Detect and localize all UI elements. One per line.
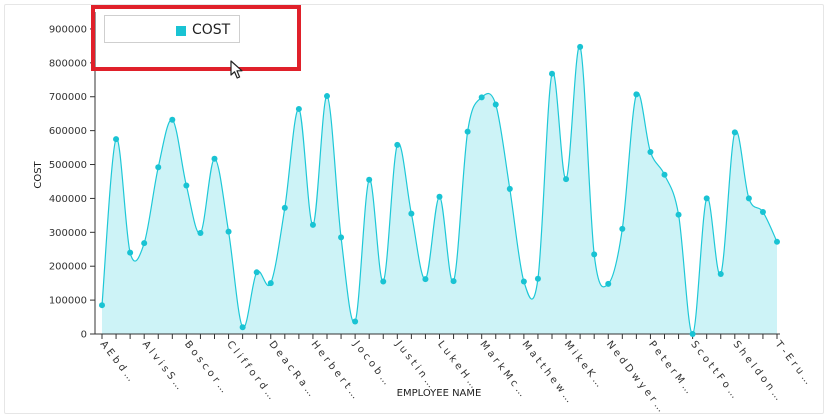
data-point[interactable] — [225, 228, 232, 235]
x-tick-label: P e t e r M ... — [646, 339, 694, 396]
data-point[interactable] — [380, 278, 387, 285]
data-point[interactable] — [394, 141, 401, 148]
data-point[interactable] — [169, 116, 176, 123]
y-tick-label: 0 — [81, 330, 87, 341]
x-tick-label: M i k e K ... — [562, 339, 605, 389]
data-point[interactable] — [506, 185, 513, 192]
data-point[interactable] — [647, 148, 654, 155]
x-axis-title: EMPLOYEE NAME — [397, 388, 482, 399]
data-point[interactable] — [591, 251, 598, 258]
data-point[interactable] — [211, 155, 218, 162]
data-point[interactable] — [450, 278, 457, 285]
data-point[interactable] — [605, 280, 612, 287]
x-tick-label: J o c o b ... — [350, 338, 392, 387]
area-layer — [101, 45, 778, 335]
data-point[interactable] — [183, 182, 190, 189]
data-point[interactable] — [197, 229, 204, 236]
data-point[interactable] — [127, 249, 134, 256]
data-point[interactable] — [717, 271, 724, 278]
data-point[interactable] — [577, 43, 584, 50]
data-point[interactable] — [534, 275, 541, 282]
y-tick-label: 400000 — [49, 194, 87, 205]
x-tick-label: B o s c o r ... — [182, 339, 229, 395]
data-point[interactable] — [155, 164, 162, 171]
data-point[interactable] — [352, 318, 359, 325]
y-tick-label: 700000 — [49, 92, 87, 103]
data-point[interactable] — [759, 208, 766, 215]
data-point[interactable] — [661, 171, 668, 178]
x-tick-label: J u s t i n ... — [392, 338, 436, 390]
data-point[interactable] — [141, 240, 148, 247]
y-axis-ticks: 0 100000 200000 300000 400000 500000 600000 700… — [49, 24, 95, 341]
mouse-cursor-icon — [230, 60, 243, 79]
y-tick-label: 500000 — [49, 160, 87, 171]
data-point[interactable] — [478, 94, 485, 101]
x-tick-label: A E b d ... — [98, 339, 136, 384]
data-point[interactable] — [422, 276, 429, 283]
data-point[interactable] — [408, 210, 415, 217]
data-point[interactable] — [113, 136, 120, 143]
data-point[interactable] — [731, 129, 738, 136]
data-point[interactable] — [549, 70, 555, 77]
data-point[interactable] — [324, 93, 330, 100]
data-point[interactable] — [675, 211, 682, 218]
y-tick-label: 800000 — [49, 58, 87, 69]
data-point[interactable] — [99, 302, 105, 309]
data-point[interactable] — [281, 204, 288, 211]
x-tick-label: L u k e H ... — [435, 339, 479, 391]
data-point[interactable] — [689, 331, 696, 337]
y-axis-title: COST — [33, 160, 44, 188]
data-point[interactable] — [309, 221, 316, 228]
data-point[interactable] — [563, 176, 570, 183]
y-tick-label: 900000 — [49, 24, 87, 35]
series-area-fill — [102, 46, 777, 335]
y-tick-label: 600000 — [49, 126, 87, 137]
data-point[interactable] — [703, 195, 710, 202]
data-point[interactable] — [295, 105, 302, 112]
data-point[interactable] — [520, 278, 527, 285]
data-point[interactable] — [633, 91, 640, 98]
data-point[interactable] — [745, 195, 752, 202]
x-axis-ticks: A E b d ... A l v i s S ...B o s c o r ..… — [98, 334, 813, 414]
data-point[interactable] — [366, 176, 373, 183]
x-tick-label: D e a c R a ... — [266, 339, 316, 399]
x-tick-label: A l v i s S ... — [140, 339, 185, 392]
data-point[interactable] — [774, 238, 780, 245]
x-tick-label: M a r k M c ... — [477, 339, 527, 399]
x-tick-label: S c o t t F o ... — [688, 339, 739, 401]
data-point[interactable] — [239, 324, 246, 331]
x-tick-label: T - E r u ... — [772, 338, 813, 386]
data-point[interactable] — [267, 280, 274, 287]
highlight-annotation — [91, 5, 301, 71]
data-point[interactable] — [619, 225, 626, 232]
y-tick-label: 300000 — [49, 228, 87, 239]
data-point[interactable] — [338, 234, 345, 241]
data-point[interactable] — [492, 101, 499, 108]
y-tick-label: 100000 — [49, 296, 87, 307]
data-point[interactable] — [253, 269, 260, 276]
data-point[interactable] — [436, 193, 443, 200]
data-point[interactable] — [464, 128, 471, 135]
y-tick-label: 200000 — [49, 262, 87, 273]
